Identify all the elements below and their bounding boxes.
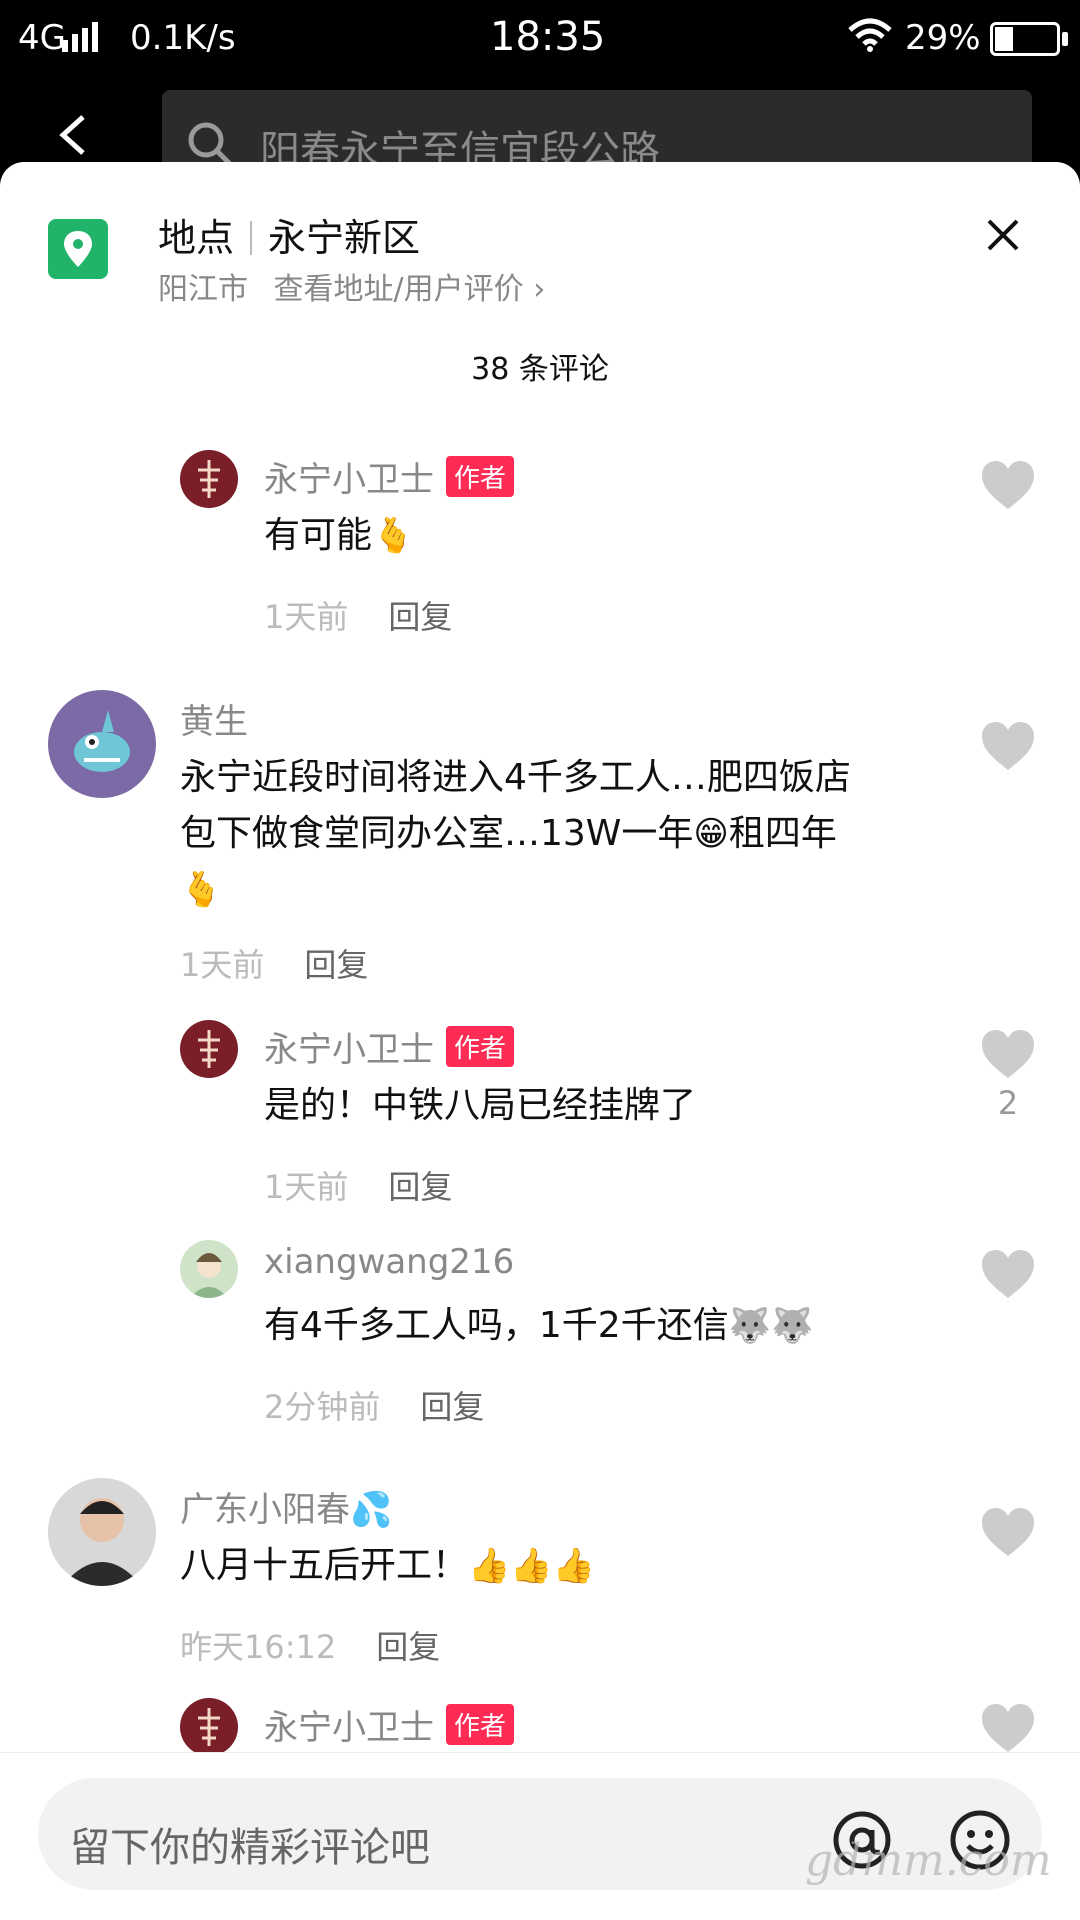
reply-button[interactable]: 回复 bbox=[388, 1168, 452, 1206]
location-subtitle[interactable]: 阳江市 查看地址/用户评价 › bbox=[158, 264, 545, 308]
comment-input-placeholder[interactable]: 留下你的精彩评论吧 bbox=[70, 1815, 430, 1873]
comment-time: 1天前 bbox=[180, 946, 265, 984]
avatar[interactable] bbox=[48, 690, 156, 798]
avatar[interactable] bbox=[180, 1698, 238, 1756]
like-heart-icon[interactable] bbox=[980, 459, 1036, 511]
comments-count: 38 条评论 bbox=[471, 352, 609, 387]
location-link[interactable]: 查看地址/用户评价 bbox=[274, 272, 524, 307]
status-bar: 4G 0.1K/s 18:35 29% bbox=[0, 0, 1080, 80]
signal-bars-icon bbox=[62, 22, 98, 52]
reply-button[interactable]: 回复 bbox=[304, 946, 368, 984]
comment-text: 八月十五后开工！👍👍👍 bbox=[180, 1538, 595, 1594]
comment-time: 1天前 bbox=[264, 598, 349, 636]
wifi-icon bbox=[848, 18, 892, 52]
sweat-droplets-emoji: 💦 bbox=[350, 1490, 393, 1530]
comment-text: 是的！中铁八局已经挂牌了 bbox=[264, 1085, 697, 1126]
like-heart-icon[interactable] bbox=[980, 1028, 1036, 1080]
comment-text: 有4千多工人吗，1千2千还信🐺🐺 bbox=[264, 1298, 813, 1354]
chevron-right-icon: › bbox=[533, 272, 546, 307]
comment-meta: 昨天16:12 回复 bbox=[180, 1622, 440, 1668]
husky-emoji: 🐺🐺 bbox=[728, 1306, 814, 1346]
search-icon bbox=[188, 122, 232, 166]
like-heart-icon[interactable] bbox=[980, 1702, 1036, 1754]
comment-meta: 1天前 回复 bbox=[264, 1162, 452, 1208]
avatar[interactable] bbox=[180, 1020, 238, 1078]
location-city: 阳江市 bbox=[158, 272, 248, 307]
location-name: 永宁新区 bbox=[268, 216, 421, 260]
like-heart-icon[interactable] bbox=[980, 1506, 1036, 1558]
grin-emoji: 😁 bbox=[693, 814, 729, 854]
like-heart-icon[interactable] bbox=[980, 1248, 1036, 1300]
comment-time: 昨天16:12 bbox=[180, 1628, 337, 1666]
watermark: gdmm.com bbox=[805, 1835, 1052, 1886]
author-badge: 作者 bbox=[446, 1704, 515, 1745]
like-count: 2 bbox=[997, 1084, 1019, 1122]
comment-username[interactable]: xiangwang216 bbox=[264, 1242, 514, 1282]
comment-username[interactable]: 永宁小卫士 作者 bbox=[264, 452, 515, 501]
comment-time: 1天前 bbox=[264, 1168, 349, 1206]
comment-username[interactable]: 永宁小卫士 作者 bbox=[264, 1022, 515, 1071]
clock: 18:35 bbox=[490, 14, 606, 60]
comment-meta: 1天前 回复 bbox=[180, 940, 368, 986]
like-heart-icon[interactable] bbox=[980, 720, 1036, 772]
comment-time: 2分钟前 bbox=[264, 1388, 381, 1426]
avatar[interactable] bbox=[48, 1478, 156, 1586]
battery-icon bbox=[990, 22, 1060, 56]
location-title[interactable]: 地点 永宁新区 bbox=[158, 207, 420, 262]
signal-indicator: 4G bbox=[18, 18, 66, 58]
close-icon[interactable] bbox=[985, 217, 1021, 253]
comments-sheet: 地点 永宁新区 阳江市 查看地址/用户评价 › 38 条评论 永宁小卫士 作者 有可… bbox=[0, 162, 1080, 1920]
reply-button[interactable]: 回复 bbox=[376, 1628, 440, 1666]
reply-button[interactable]: 回复 bbox=[420, 1388, 484, 1426]
finger-heart-emoji: 🫰 bbox=[180, 870, 223, 910]
comment-username[interactable]: 黄生 bbox=[180, 694, 248, 743]
comment-username[interactable]: 永宁小卫士 作者 bbox=[264, 1700, 515, 1749]
location-pin-icon bbox=[48, 219, 108, 279]
separator bbox=[250, 221, 253, 255]
finger-heart-emoji: 🫰 bbox=[372, 516, 415, 556]
battery-percent: 29% bbox=[905, 18, 981, 58]
comment-text: 永宁近段时间将进入4千多工人…肥四饭店 包下做食堂同办公室…13W一年😁租四年 … bbox=[180, 750, 960, 918]
author-badge: 作者 bbox=[446, 1026, 515, 1067]
thumbs-up-emoji: 👍👍👍 bbox=[468, 1546, 596, 1586]
avatar[interactable] bbox=[180, 1240, 238, 1298]
network-speed: 0.1K/s bbox=[130, 18, 236, 58]
back-arrow-icon[interactable] bbox=[55, 115, 95, 155]
author-badge: 作者 bbox=[446, 456, 515, 497]
comment-username[interactable]: 广东小阳春💦 bbox=[180, 1482, 392, 1531]
comment-meta: 1天前 回复 bbox=[264, 592, 452, 638]
avatar[interactable] bbox=[180, 450, 238, 508]
reply-button[interactable]: 回复 bbox=[388, 598, 452, 636]
comment-meta: 2分钟前 回复 bbox=[264, 1382, 484, 1428]
comment-text: 有可能🫰 bbox=[264, 508, 414, 564]
location-label: 地点 bbox=[158, 216, 235, 260]
